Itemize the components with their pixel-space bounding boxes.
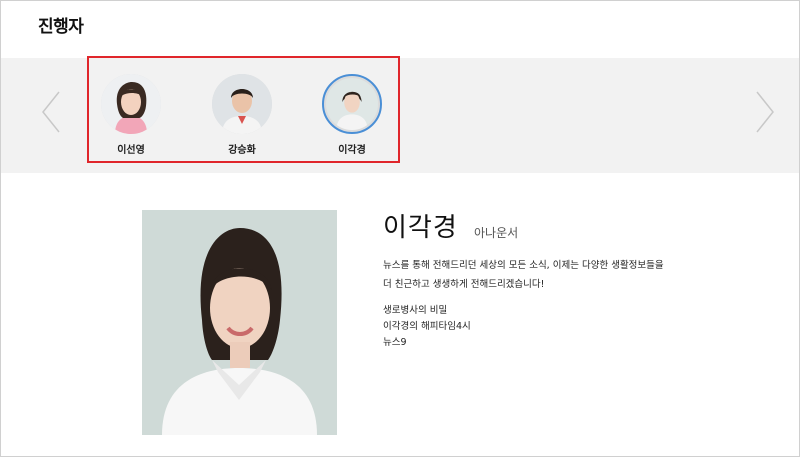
carousel-prev-button[interactable] <box>39 88 63 136</box>
program-item: 뉴스9 <box>383 337 407 348</box>
description-line-1: 뉴스를 통해 전해드리던 세상의 모든 소식, 이제는 다양한 생활정보들을 <box>383 260 664 271</box>
chevron-right-icon <box>756 91 774 133</box>
host-item-2[interactable]: 강승화 <box>207 74 277 156</box>
host-item-3-selected[interactable]: 이각경 <box>317 74 387 156</box>
host-name: 이선영 <box>117 145 145 156</box>
host-avatar <box>212 74 272 134</box>
host-item-1[interactable]: 이선영 <box>96 74 166 156</box>
host-name: 강승화 <box>228 145 256 156</box>
host-name: 이각경 <box>338 145 366 156</box>
host-avatar <box>101 74 161 134</box>
program-list: 생로병사의 비밀 이각경의 해피타임4시 뉴스9 <box>383 303 471 351</box>
section-title: 진행자 <box>38 17 84 37</box>
chevron-left-icon <box>42 91 60 133</box>
host-avatar <box>322 74 382 134</box>
profile-role: 아나운서 <box>474 226 519 240</box>
profile-description: 뉴스를 통해 전해드리던 세상의 모든 소식, 이제는 다양한 생활정보들을 더… <box>383 256 683 294</box>
profile-photo <box>142 210 337 435</box>
description-line-2: 더 친근하고 생생하게 전해드리겠습니다! <box>383 279 545 290</box>
carousel-next-button[interactable] <box>753 88 777 136</box>
profile-name: 이각경 <box>383 213 458 243</box>
program-item: 생로병사의 비밀 <box>383 305 448 316</box>
program-item: 이각경의 해피타임4시 <box>383 321 471 332</box>
